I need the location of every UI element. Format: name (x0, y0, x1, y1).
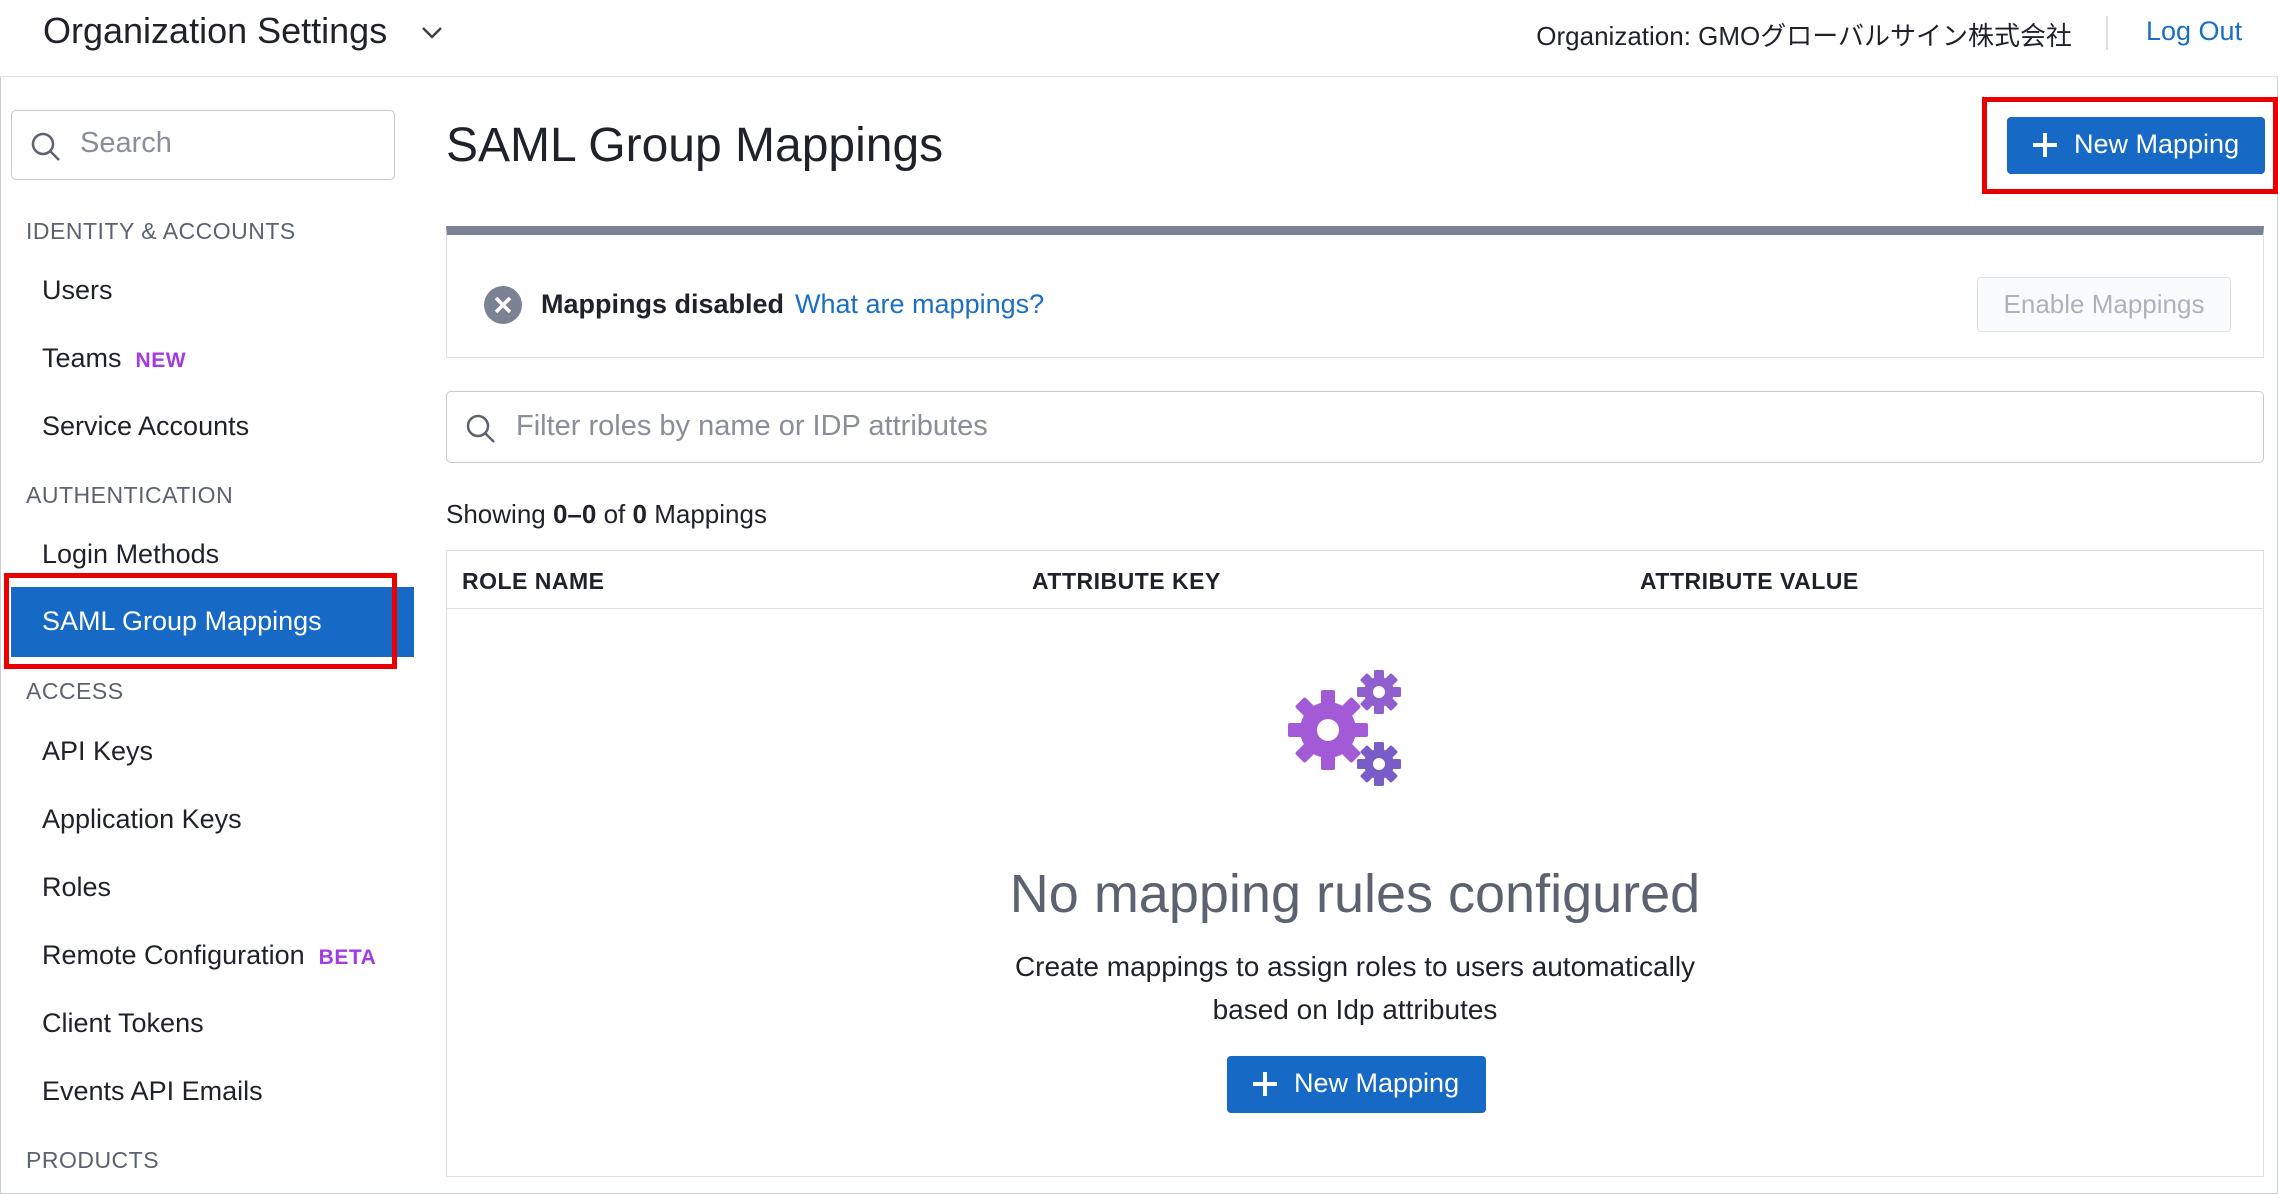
plus-icon (2033, 133, 2057, 157)
sidebar-item-label: SAML Group Mappings (42, 606, 322, 636)
enable-mappings-button[interactable]: Enable Mappings (1977, 277, 2231, 332)
search-placeholder: Search (80, 127, 172, 159)
new-mapping-button-empty-state[interactable]: New Mapping (1227, 1056, 1486, 1113)
column-attribute-key[interactable]: ATTRIBUTE KEY (1032, 568, 1221, 595)
sidebar-search-input[interactable]: Search (11, 110, 395, 180)
mappings-table: ROLE NAME ATTRIBUTE KEY ATTRIBUTE VALUE (446, 550, 2264, 1177)
chevron-down-icon[interactable] (418, 18, 446, 46)
filter-placeholder: Filter roles by name or IDP attributes (516, 410, 988, 442)
organization-label: Organization: GMOグローバルサイン株式会社 (1536, 21, 2072, 51)
empty-state-description-1: Create mappings to assign roles to users… (1014, 951, 1696, 982)
section-authentication: AUTHENTICATION (26, 482, 234, 508)
plus-icon (1253, 1072, 1277, 1096)
sidebar-item-application-keys[interactable]: Application Keys (42, 804, 242, 835)
sidebar-item-login-methods[interactable]: Login Methods (42, 539, 219, 570)
beta-badge: BETA (318, 946, 377, 969)
mapping-status-text: Mappings disabled (541, 289, 785, 319)
search-icon (466, 414, 495, 443)
sidebar-item-client-tokens[interactable]: Client Tokens (42, 1008, 204, 1039)
empty-state-description-2: based on Idp attributes (1212, 994, 1498, 1025)
sidebar-item-users[interactable]: Users (42, 275, 113, 306)
page-title: SAML Group Mappings (446, 119, 944, 172)
filter-input[interactable]: Filter roles by name or IDP attributes (446, 391, 2264, 463)
empty-state-title: No mapping rules configured (1009, 864, 1701, 924)
gears-icon (1288, 670, 1401, 786)
sidebar-item-saml-group-mappings[interactable]: SAML Group Mappings (11, 587, 414, 657)
section-access: ACCESS (26, 678, 124, 704)
new-mapping-label: New Mapping (2074, 129, 2240, 159)
column-role-name[interactable]: ROLE NAME (462, 568, 605, 595)
top-bar: Organization Settings Organization: GMOグ… (0, 0, 2278, 77)
search-icon (31, 132, 60, 161)
sidebar-item-teams[interactable]: Teams NEW (42, 343, 186, 374)
divider (2106, 16, 2108, 50)
sidebar-item-events-api-emails[interactable]: Events API Emails (42, 1076, 263, 1107)
section-products: PRODUCTS (26, 1147, 160, 1173)
results-count: Showing 0–0 of 0 Mappings (446, 499, 767, 529)
what-are-mappings-link[interactable]: What are mappings? (795, 289, 1044, 320)
section-identity-accounts: IDENTITY & ACCOUNTS (26, 218, 296, 244)
new-mapping-button[interactable]: New Mapping (2007, 117, 2265, 174)
table-header: ROLE NAME ATTRIBUTE KEY ATTRIBUTE VALUE (447, 551, 2263, 609)
logout-link[interactable]: Log Out (2146, 16, 2242, 47)
close-circle-icon (484, 286, 522, 324)
org-settings-title[interactable]: Organization Settings (43, 10, 387, 52)
mapping-status-panel: Mappings disabled What are mappings? Ena… (446, 226, 2264, 358)
sidebar-item-roles[interactable]: Roles (42, 872, 111, 903)
new-mapping-label: New Mapping (1294, 1068, 1460, 1098)
new-badge: NEW (135, 349, 187, 372)
sidebar-item-api-keys[interactable]: API Keys (42, 736, 153, 767)
sidebar-item-remote-configuration[interactable]: Remote Configuration BETA (42, 940, 376, 971)
column-attribute-value[interactable]: ATTRIBUTE VALUE (1640, 568, 1859, 595)
sidebar-item-service-accounts[interactable]: Service Accounts (42, 411, 249, 442)
